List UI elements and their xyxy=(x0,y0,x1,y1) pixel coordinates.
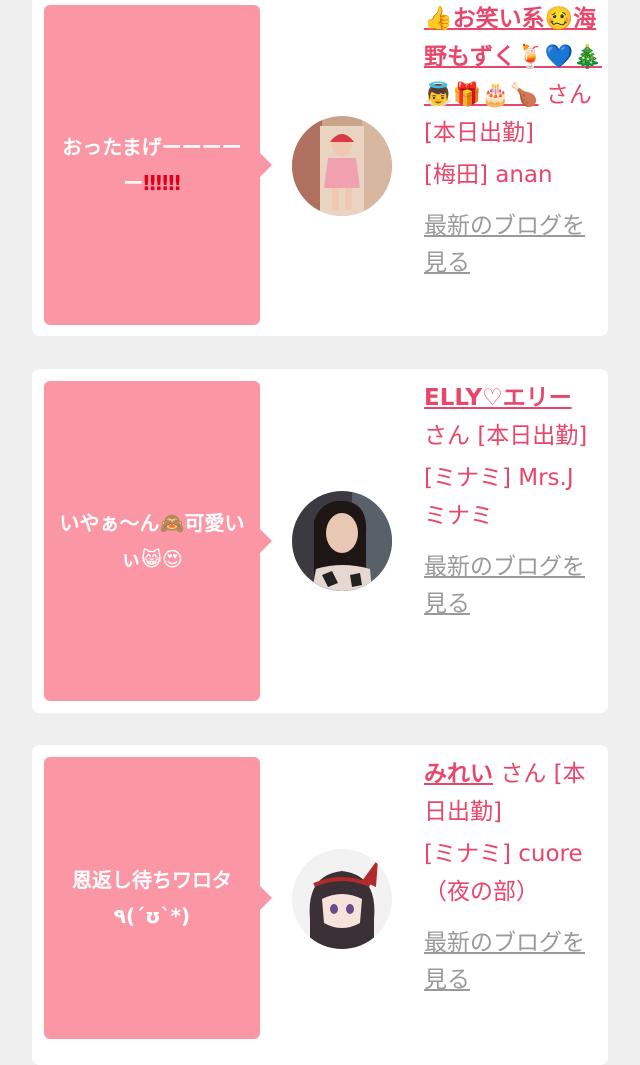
message-bubble: いやぁ〜ん🙈可愛いぃ😸😍 xyxy=(44,381,272,701)
honorific: さん xyxy=(500,761,547,787)
status-text: [本日出勤] xyxy=(424,120,534,146)
honorific: さん xyxy=(545,82,592,108)
avatar[interactable] xyxy=(292,491,392,591)
message-bubble: 恩返し待ちワロタ ٩(´ʊ`*) xyxy=(44,757,272,1039)
message-text: いやぁ〜ん🙈可愛いぃ😸😍 xyxy=(59,511,245,571)
girl-name-link[interactable]: ELLY♡エリー xyxy=(424,385,572,411)
girl-name-link[interactable]: みれい xyxy=(424,761,493,787)
honorific: さん xyxy=(424,423,470,449)
message-card: おったまげーーーーー‼‼‼ 👍お笑い系🥴海野もずく🍹💙🎄👼🎁🎂🍗 さん [本日出… xyxy=(32,0,608,336)
message-text: おったまげーーーーー‼‼‼ xyxy=(62,135,242,195)
status-text: [本日出勤] xyxy=(477,423,588,449)
entry-info: みれい さん [本日出勤] [ミナミ] cuore（夜の部） 最新のブログを見る xyxy=(424,755,602,999)
blog-link[interactable]: 最新のブログを見る xyxy=(424,208,602,282)
avatar-photo xyxy=(292,849,392,949)
entry-info: ELLY♡エリー さん [本日出勤] [ミナミ] Mrs.J ミナミ 最新のブロ… xyxy=(424,379,602,623)
avatar[interactable] xyxy=(292,116,392,216)
avatar-photo xyxy=(292,491,392,591)
message-card: 恩返し待ちワロタ ٩(´ʊ`*) みれい さん [本日出勤] [ミナミ] cuo… xyxy=(32,745,608,1065)
message-text: 恩返し待ちワロタ ٩(´ʊ`*) xyxy=(72,868,232,928)
message-card: いやぁ〜ん🙈可愛いぃ😸😍 ELLY♡エリー さん [本日出勤] [ミナミ] Mr… xyxy=(32,369,608,713)
blog-link[interactable]: 最新のブログを見る xyxy=(424,925,602,999)
avatar[interactable] xyxy=(292,849,392,949)
shop-name: [ミナミ] Mrs.J ミナミ xyxy=(424,465,574,529)
entry-info: 👍お笑い系🥴海野もずく🍹💙🎄👼🎁🎂🍗 さん [本日出勤] [梅田] anan 最… xyxy=(424,0,602,282)
shop-name: [ミナミ] cuore（夜の部） xyxy=(424,841,583,905)
shop-name: [梅田] anan xyxy=(424,162,553,188)
avatar-photo xyxy=(292,116,392,216)
blog-link[interactable]: 最新のブログを見る xyxy=(424,549,602,623)
message-bubble: おったまげーーーーー‼‼‼ xyxy=(44,5,272,325)
